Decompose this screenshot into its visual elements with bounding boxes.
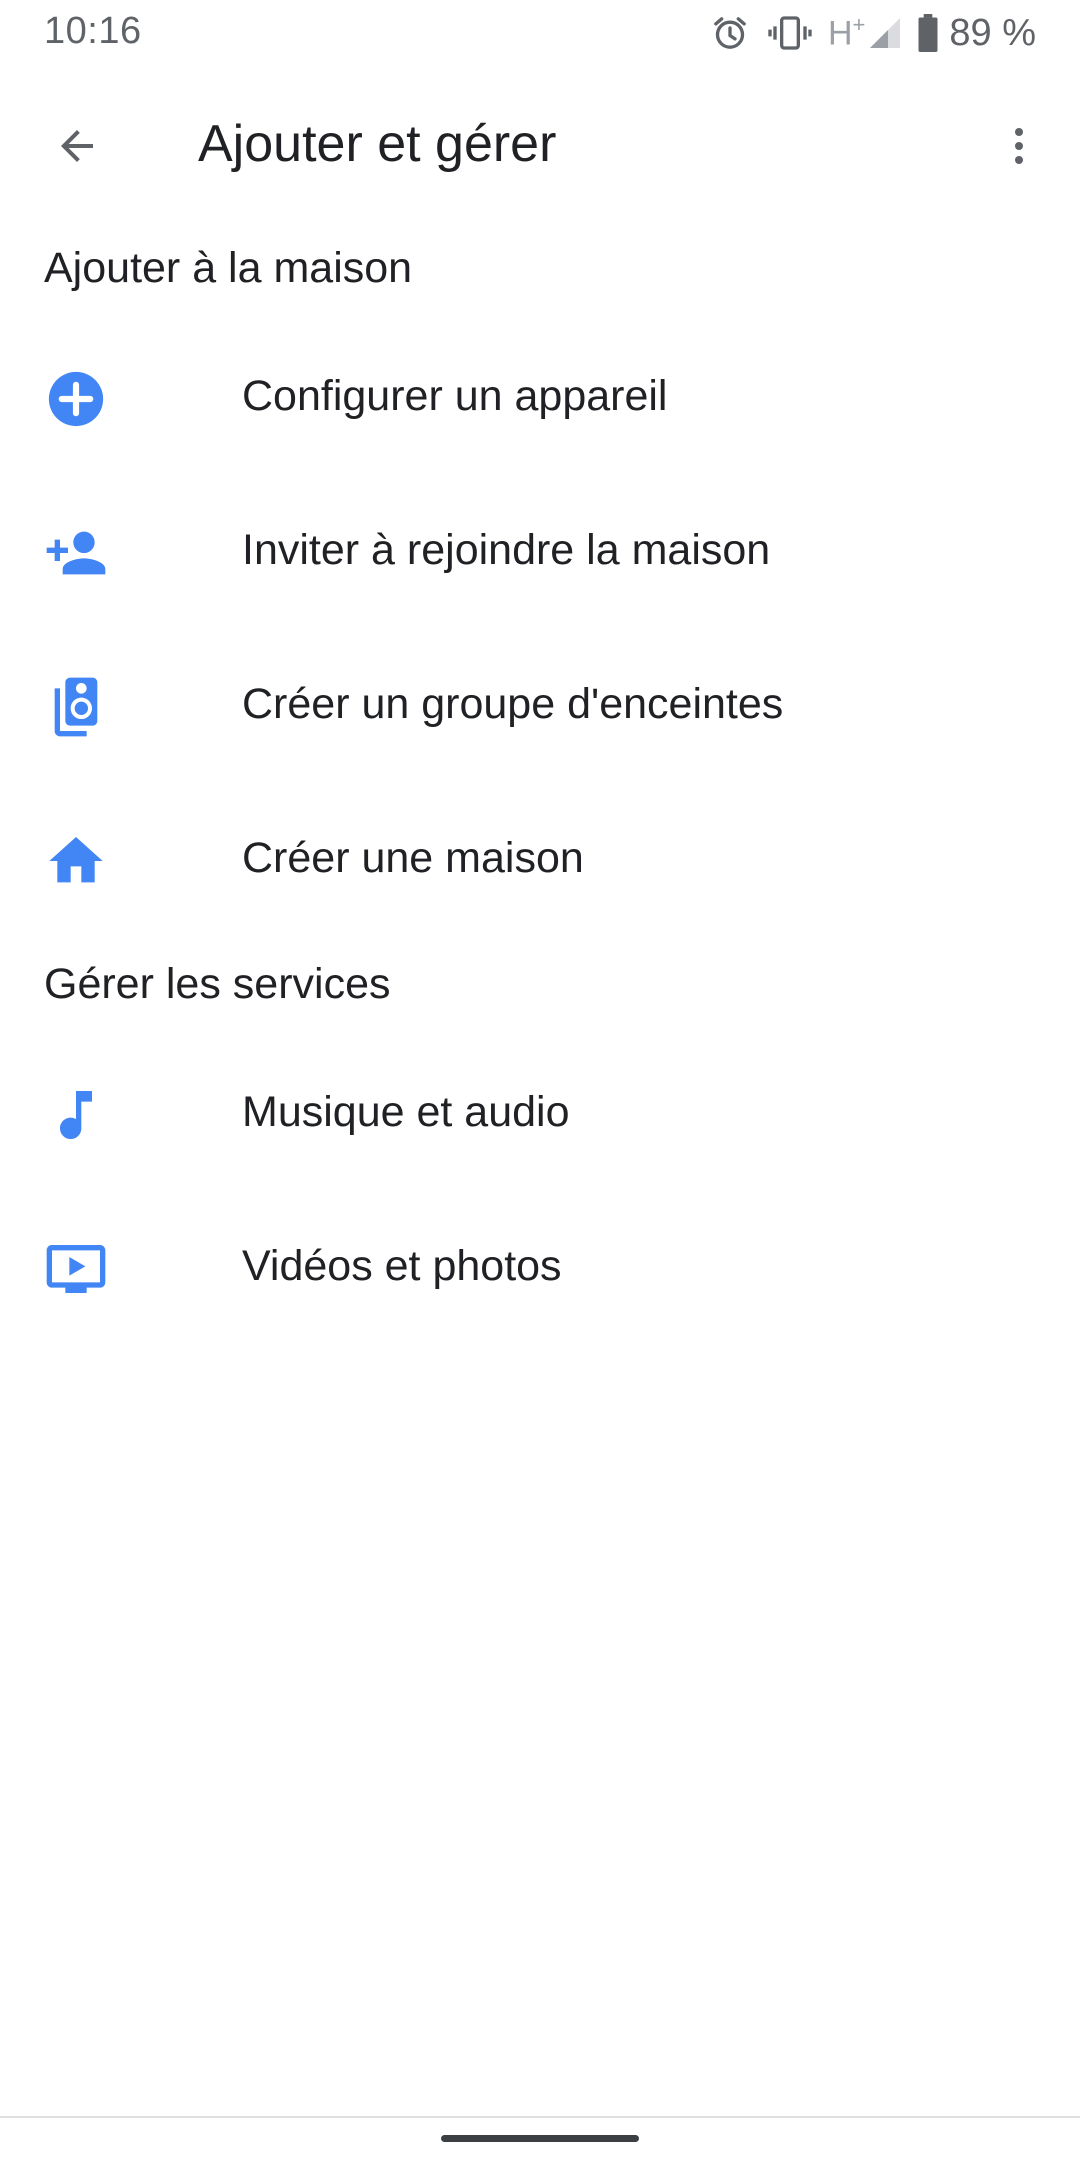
alarm-icon [710,13,750,53]
status-time: 10:16 [44,10,142,52]
speaker-group-icon [44,675,108,739]
list-item-music-audio[interactable]: Musique et audio [0,1036,1080,1190]
battery-percent: 89 % [949,11,1036,54]
battery-icon [917,14,939,52]
more-vert-icon [995,122,1043,175]
list-item-videos-photos[interactable]: Vidéos et photos [0,1190,1080,1344]
gesture-nav-handle[interactable] [441,2135,639,2142]
list-item-label: Vidéos et photos [242,1242,562,1290]
list-item-setup-device[interactable]: Configurer un appareil [0,320,1080,474]
signal-icon [867,15,903,51]
list-item-create-speaker-group[interactable]: Créer un groupe d'enceintes [0,628,1080,782]
list-item-label: Configurer un appareil [242,372,668,420]
list-item-create-home[interactable]: Créer une maison [0,782,1080,936]
list-item-label: Créer un groupe d'enceintes [242,680,784,728]
list-item-label: Inviter à rejoindre la maison [242,526,771,574]
arrow-back-icon [53,122,101,175]
status-icons: H+ 89 % [710,10,1036,56]
list-item-invite-home[interactable]: Inviter à rejoindre la maison [0,474,1080,628]
person-add-icon [44,521,108,585]
video-play-icon [44,1237,108,1301]
section-header-add-to-home: Ajouter à la maison [44,244,413,292]
back-button[interactable] [33,104,121,192]
add-circle-icon [44,367,108,431]
status-bar: 10:16 H+ 89 % [0,0,1080,66]
section-header-manage-services: Gérer les services [44,960,391,1008]
vibrate-icon [768,13,812,53]
toolbar: Ajouter et gérer [0,66,1080,222]
music-note-icon [44,1083,108,1147]
list-item-label: Musique et audio [242,1088,570,1136]
more-options-button[interactable] [975,104,1063,192]
home-icon [44,829,108,893]
network-type: H+ [827,12,866,53]
nav-bar-divider [0,2116,1080,2118]
page-title: Ajouter et gérer [198,115,557,173]
list-item-label: Créer une maison [242,834,584,882]
